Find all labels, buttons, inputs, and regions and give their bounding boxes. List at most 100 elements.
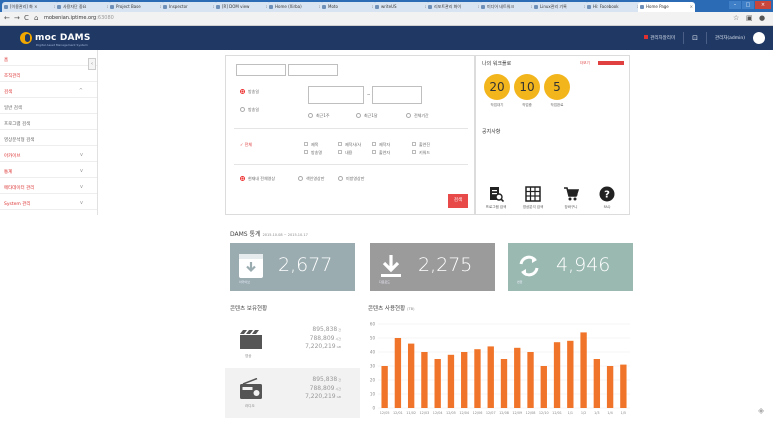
category-checkbox[interactable]	[304, 142, 308, 146]
sidebar-item[interactable]: 영상분석형 검색	[0, 133, 97, 146]
browser-tab[interactable]: Home (Xirba)×	[267, 2, 324, 12]
sidebar-item[interactable]: System 관리 v	[0, 197, 97, 210]
browser-tab[interactable]: Project Base×	[108, 2, 165, 12]
sidebar-item[interactable]: 통계 v	[0, 165, 97, 178]
browser-tab[interactable]: writeUS×	[373, 2, 430, 12]
chart-bar	[593, 359, 601, 408]
sidebar-collapse-button[interactable]: ‹	[88, 58, 96, 70]
grid-table-icon[interactable]	[525, 186, 541, 202]
more-link[interactable]: 더보기	[580, 61, 590, 66]
stat-circle-inprogress[interactable]: 10	[514, 74, 540, 100]
chrome-menu-icon[interactable]: ●	[759, 14, 765, 22]
star-icon[interactable]: ☆	[733, 14, 739, 22]
date-from-input[interactable]	[308, 86, 364, 104]
browser-tab[interactable]: Home Page ×	[638, 2, 695, 12]
window-close-button[interactable]: ×	[755, 1, 771, 9]
browser-tab[interactable]: [R] DOM view×	[214, 2, 271, 12]
category-label: 제작자	[379, 142, 391, 147]
chart-bar	[394, 338, 402, 408]
sidebar-item[interactable]: 검색 ^	[0, 85, 97, 98]
browser-tab[interactable]: Hi: Facebook×	[585, 2, 642, 12]
scope-label-2: 색인영상만	[306, 176, 325, 181]
cart-icon[interactable]	[563, 186, 579, 202]
chevron-down-icon[interactable]: v	[80, 184, 83, 190]
chart-bar	[447, 354, 455, 408]
sidebar-item[interactable]: 홈	[0, 53, 97, 66]
browser-tab[interactable]: 리포트관리 화이×	[426, 2, 483, 12]
user-label[interactable]: 관리자(admin)	[715, 35, 745, 41]
range-radio-3[interactable]	[406, 113, 411, 118]
sidebar-item[interactable]: 아카이브 v	[0, 149, 97, 162]
category-all-checkbox[interactable]: ✓ 전체	[240, 142, 252, 148]
date-to-input[interactable]	[372, 86, 422, 104]
browser-tab[interactable]: 미디어 네트워크×	[479, 2, 536, 12]
logo-mark-icon	[20, 32, 32, 44]
extension-icon[interactable]: ▣	[746, 14, 753, 22]
chevron-down-icon[interactable]: v	[80, 200, 83, 206]
question-icon[interactable]: ?	[599, 186, 615, 202]
divider	[705, 32, 707, 44]
keyword-input-2[interactable]	[288, 64, 338, 76]
notice-link[interactable]: 관리자알리미	[644, 35, 675, 41]
sidebar-item[interactable]: 프로그램 검색	[0, 117, 97, 130]
stat-circle-waiting[interactable]: 20	[484, 74, 510, 100]
stat-box-download[interactable]: 2,275 다운로드	[370, 243, 495, 291]
chevron-up-icon[interactable]: ^	[79, 88, 83, 94]
chevron-down-icon[interactable]: v	[80, 168, 83, 174]
url-field[interactable]: mobenian.iptime.org:63080	[44, 15, 114, 21]
tab-favicon-icon	[269, 5, 273, 9]
stat-box-convert[interactable]: 4,946 변환	[508, 243, 633, 291]
tab-close-icon[interactable]: ×	[690, 4, 693, 9]
range-label-3: 전체기간	[414, 113, 429, 118]
home-icon[interactable]: ⌂	[34, 14, 38, 22]
holdings-count: 895,838	[312, 376, 338, 383]
logo[interactable]: moc DAMS Digital Asset Management System	[20, 32, 91, 47]
browser-tab[interactable]: Linux관리 기록×	[532, 2, 589, 12]
sidebar-item[interactable]: 일반 검색	[0, 101, 97, 114]
stat-value-convert: 4,946	[556, 254, 611, 276]
browser-tab[interactable]: 사용자단 중요×	[55, 2, 112, 12]
reload-icon[interactable]: C	[24, 14, 29, 22]
bookmark-icon[interactable]: ⊡	[692, 34, 698, 42]
svg-text:?: ?	[604, 190, 610, 201]
category-checkbox[interactable]	[338, 142, 342, 146]
browser-tab[interactable]: Inspector×	[161, 2, 218, 12]
forward-arrow-icon[interactable]: →	[14, 14, 20, 22]
minimize-button[interactable]: –	[729, 1, 741, 9]
chevron-down-icon[interactable]: v	[80, 152, 83, 158]
x-tick-label: 12/08	[526, 411, 536, 415]
category-checkbox[interactable]	[304, 150, 308, 154]
scroll-top-icon[interactable]: ◈	[758, 406, 764, 415]
scope-radio-2[interactable]	[298, 176, 303, 181]
keyword-input-1[interactable]	[236, 64, 286, 76]
category-checkbox[interactable]	[372, 142, 376, 146]
chart-bar	[487, 346, 494, 408]
range-radio-2[interactable]	[356, 113, 361, 118]
y-tick-label: 40	[370, 350, 376, 355]
avatar[interactable]	[753, 32, 765, 44]
stat-circle-done[interactable]: 5	[544, 74, 570, 100]
search-button[interactable]: 검색	[448, 194, 468, 208]
url-port: :63080	[96, 15, 114, 21]
sidebar-item[interactable]: 조직관리	[0, 69, 97, 82]
browser-tab[interactable]: [이용관리] 화 ××	[2, 2, 59, 12]
range-radio-1[interactable]	[308, 113, 313, 118]
date-radio-1[interactable]	[240, 89, 245, 94]
date-radio-2[interactable]	[240, 107, 245, 112]
category-checkbox[interactable]	[338, 150, 342, 154]
browser-tab[interactable]: Moto×	[320, 2, 377, 12]
scope-radio-3[interactable]	[338, 176, 343, 181]
tab-favicon-icon	[428, 5, 432, 9]
stat-box-archive[interactable]: 2,677 아카이브	[230, 243, 355, 291]
sidebar-item[interactable]: 메타데이터 관리 v	[0, 181, 97, 194]
category-checkbox[interactable]	[412, 142, 416, 146]
category-checkbox[interactable]	[412, 150, 416, 154]
stats-title: DAMS 통계 2015.10.08 ~ 2015.10.17	[230, 229, 308, 238]
chart-title-text: 콘텐츠 사용현황	[368, 306, 406, 312]
back-arrow-icon[interactable]: ←	[4, 14, 10, 22]
search-doc-icon[interactable]	[488, 186, 504, 202]
maximize-button[interactable]: □	[742, 1, 754, 9]
chart-bar	[434, 359, 441, 408]
scope-radio-1[interactable]	[240, 176, 245, 181]
category-checkbox[interactable]	[372, 150, 376, 154]
